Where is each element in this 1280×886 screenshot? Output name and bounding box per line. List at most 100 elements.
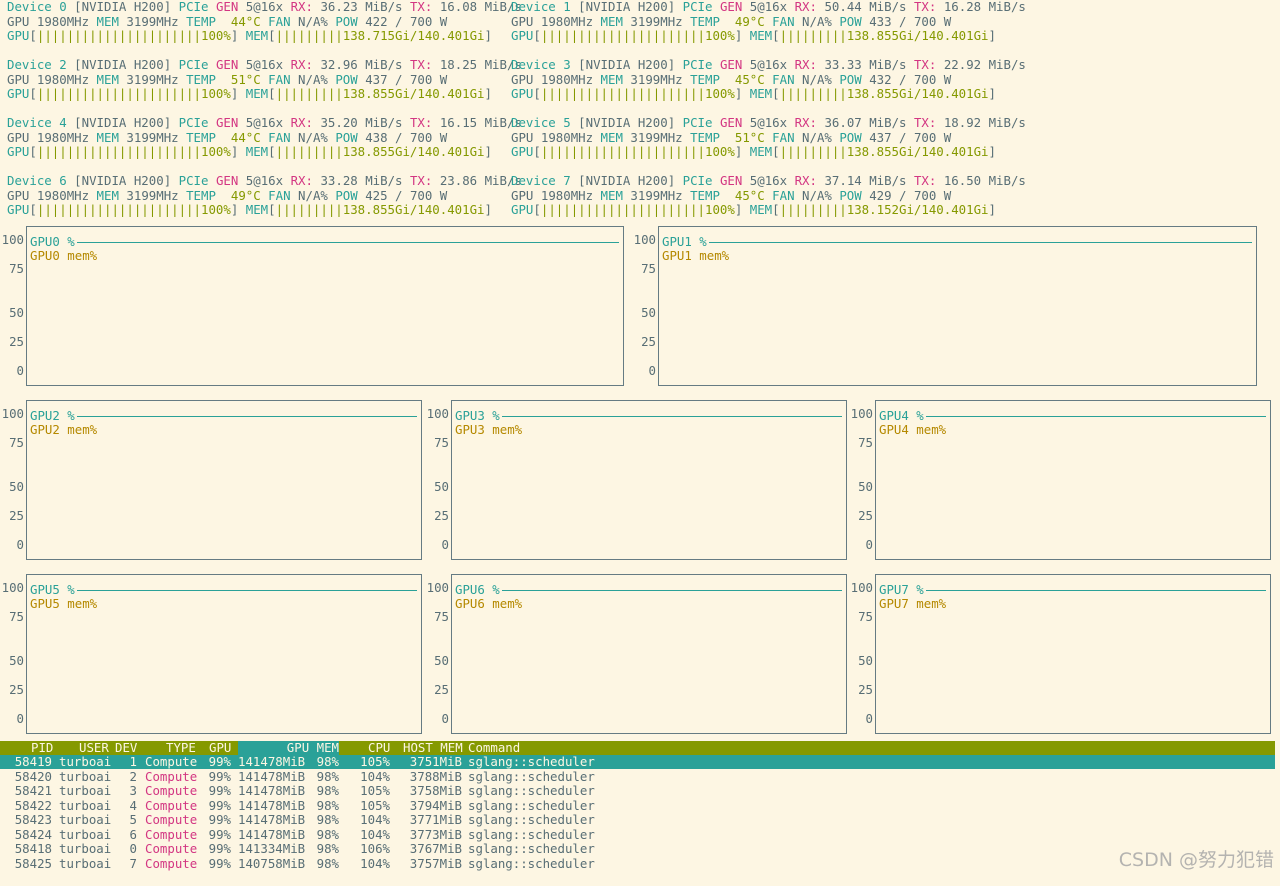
y-axis-tick: 50 <box>434 479 449 494</box>
y-axis-tick: 25 <box>9 682 24 697</box>
mem-usage-bar: ||||||||| <box>275 144 343 159</box>
gpu-util-value: 100% <box>704 86 735 101</box>
gpu-clock-label: GPU <box>511 13 534 29</box>
cell-type: Compute <box>145 826 198 842</box>
tx-value: 18.25 MiB/s <box>439 57 522 72</box>
mem-usage-value: 138.152Gi/140.401Gi <box>846 202 989 217</box>
table-row[interactable]: 58419 turboai 1 Compute 99% 141478MiB 98% 105% 3… <box>0 754 1275 769</box>
device-5-stats: Device 5 [NVIDIA H200] PCIe GEN 5@16x RX… <box>511 115 1026 160</box>
device-bar-line: GPU[||||||||||||||||||||||100%] MEM[||||… <box>7 86 522 102</box>
util-series-line <box>925 590 1266 592</box>
pow-label: POW <box>839 71 862 87</box>
mem-usage-value: 138.855Gi/140.401Gi <box>846 144 989 159</box>
device-clock-line: GPU 1980MHz MEM 3199MHz TEMP 49°C FAN N/… <box>7 187 522 204</box>
y-axis-tick: 75 <box>434 435 449 450</box>
cell-mem-pct: 98% <box>316 754 339 769</box>
mem-usage-bar: ||||||||| <box>779 144 847 159</box>
mem-usage-bar: ||||||||| <box>779 86 847 101</box>
tx-label: TX: <box>409 173 433 188</box>
cell-host-mem: 3751MiB <box>409 754 462 769</box>
fan-value: N/A% <box>298 187 328 203</box>
tx-label: TX: <box>409 57 433 72</box>
fan-value: N/A% <box>298 71 328 87</box>
cell-cpu: 104% <box>360 826 390 842</box>
pow-value: 437 / 700 W <box>365 71 448 87</box>
gpu-util-bar: |||||||||||||||||||||| <box>36 202 201 217</box>
rx-label: RX: <box>794 0 817 14</box>
table-row[interactable]: 58421 turboai 3 Compute 99% 141478MiB 98% 105% 3… <box>0 783 1275 798</box>
fan-value: N/A% <box>802 71 832 87</box>
gen-label: GEN <box>719 57 743 72</box>
pcie-gen: 5@16x <box>749 57 788 72</box>
tx-value: 16.08 MiB/s <box>439 0 522 14</box>
rx-value: 37.14 MiB/s <box>824 173 907 188</box>
bar-close: ] <box>484 144 492 159</box>
rx-label: RX: <box>794 57 817 72</box>
cell-type: Compute <box>145 797 198 813</box>
temp-label: TEMP <box>690 13 720 29</box>
gpu6-chart: 100 75 50 25 0 GPU6 % GPU6 mem% <box>425 574 847 734</box>
gpu7-chart: 100 75 50 25 0 GPU7 % GPU7 mem% <box>849 574 1271 734</box>
mem-clock-label: MEM <box>96 129 119 145</box>
bar-open: [ <box>533 28 541 43</box>
gen-label: GEN <box>215 57 239 72</box>
cell-gpu: 99% <box>208 855 231 871</box>
pcie-label: PCIe <box>178 173 209 188</box>
device-clock-line: GPU 1980MHz MEM 3199MHz TEMP 45°C FAN N/… <box>511 187 1026 204</box>
pow-value: 429 / 700 W <box>869 187 952 203</box>
table-row[interactable]: 58423 turboai 5 Compute 99% 141478MiB 98% 104% 3… <box>0 812 1275 827</box>
cell-type: Compute <box>145 812 198 827</box>
pcie-gen: 5@16x <box>245 0 284 14</box>
cell-mem-pct: 98% <box>316 797 339 813</box>
y-axis-tick: 75 <box>641 261 656 276</box>
tx-label: TX: <box>913 0 937 14</box>
gpu-clock-label: GPU <box>511 129 534 145</box>
temp-label: TEMP <box>186 187 216 203</box>
rx-label: RX: <box>794 173 817 188</box>
tx-value: 16.50 MiB/s <box>943 173 1026 188</box>
table-row[interactable]: 58422 turboai 4 Compute 99% 141478MiB 98% 105% 3… <box>0 797 1275 813</box>
mem-usage-bar: ||||||||| <box>275 202 343 217</box>
cell-pid: 58422 <box>14 797 52 813</box>
device-3-stats: Device 3 [NVIDIA H200] PCIe GEN 5@16x RX… <box>511 57 1026 102</box>
pcie-label: PCIe <box>682 115 713 130</box>
table-row[interactable]: 58420 turboai 2 Compute 99% 141478MiB 98% 104% 3… <box>0 768 1275 784</box>
tx-label: TX: <box>913 115 937 130</box>
cell-dev: 3 <box>129 783 137 798</box>
device-id: 4 <box>59 115 67 130</box>
cell-host-mem: 3771MiB <box>409 812 462 827</box>
gpu-clock: 1980MHz <box>36 187 90 203</box>
mem-clock-label: MEM <box>96 71 119 87</box>
chart-plot-area: GPU4 % GPU4 mem% <box>875 400 1271 560</box>
mem-series-label: GPU4 mem% <box>879 422 947 437</box>
device-label: Device <box>511 0 556 14</box>
table-row[interactable]: 58425 turboai 7 Compute 99% 140758MiB 98% 104% 3… <box>0 855 1275 871</box>
table-row[interactable]: 58418 turboai 0 Compute 99% 141334MiB 98% 106% 3… <box>0 841 1275 856</box>
util-series-line <box>925 416 1266 418</box>
pow-value: 438 / 700 W <box>365 129 448 145</box>
device-model: [NVIDIA H200] <box>74 173 172 188</box>
y-axis-tick: 25 <box>858 508 873 523</box>
y-axis-tick: 0 <box>16 537 24 552</box>
y-axis-tick: 100 <box>1 580 24 595</box>
bar-close: ] <box>734 86 743 101</box>
y-axis-tick: 50 <box>858 479 873 494</box>
cell-pid: 58425 <box>14 855 52 871</box>
device-clock-line: GPU 1980MHz MEM 3199MHz TEMP 49°C FAN N/… <box>511 13 1026 30</box>
temp-value: 49°C <box>230 187 261 203</box>
pcie-gen: 5@16x <box>245 115 284 130</box>
temp-label: TEMP <box>186 71 216 87</box>
cell-host-mem: 3757MiB <box>409 855 462 871</box>
pow-value: 437 / 700 W <box>869 129 952 145</box>
table-row[interactable]: 58424 turboai 6 Compute 99% 141478MiB 98% 104% 3… <box>0 826 1275 842</box>
pcie-gen: 5@16x <box>749 0 788 14</box>
y-axis-tick: 100 <box>633 232 656 247</box>
device-2-stats: Device 2 [NVIDIA H200] PCIe GEN 5@16x RX… <box>7 57 522 102</box>
cell-gpu-mem: 141478MiB <box>238 768 306 784</box>
mem-clock: 3199MHz <box>126 187 179 203</box>
device-bar-line: GPU[||||||||||||||||||||||100%] MEM[||||… <box>7 144 522 160</box>
mem-usage-bar: ||||||||| <box>779 202 847 217</box>
mem-bar-label: MEM <box>245 86 269 101</box>
gpu-bar-label: GPU <box>7 202 30 217</box>
tx-value: 16.15 MiB/s <box>439 115 522 130</box>
